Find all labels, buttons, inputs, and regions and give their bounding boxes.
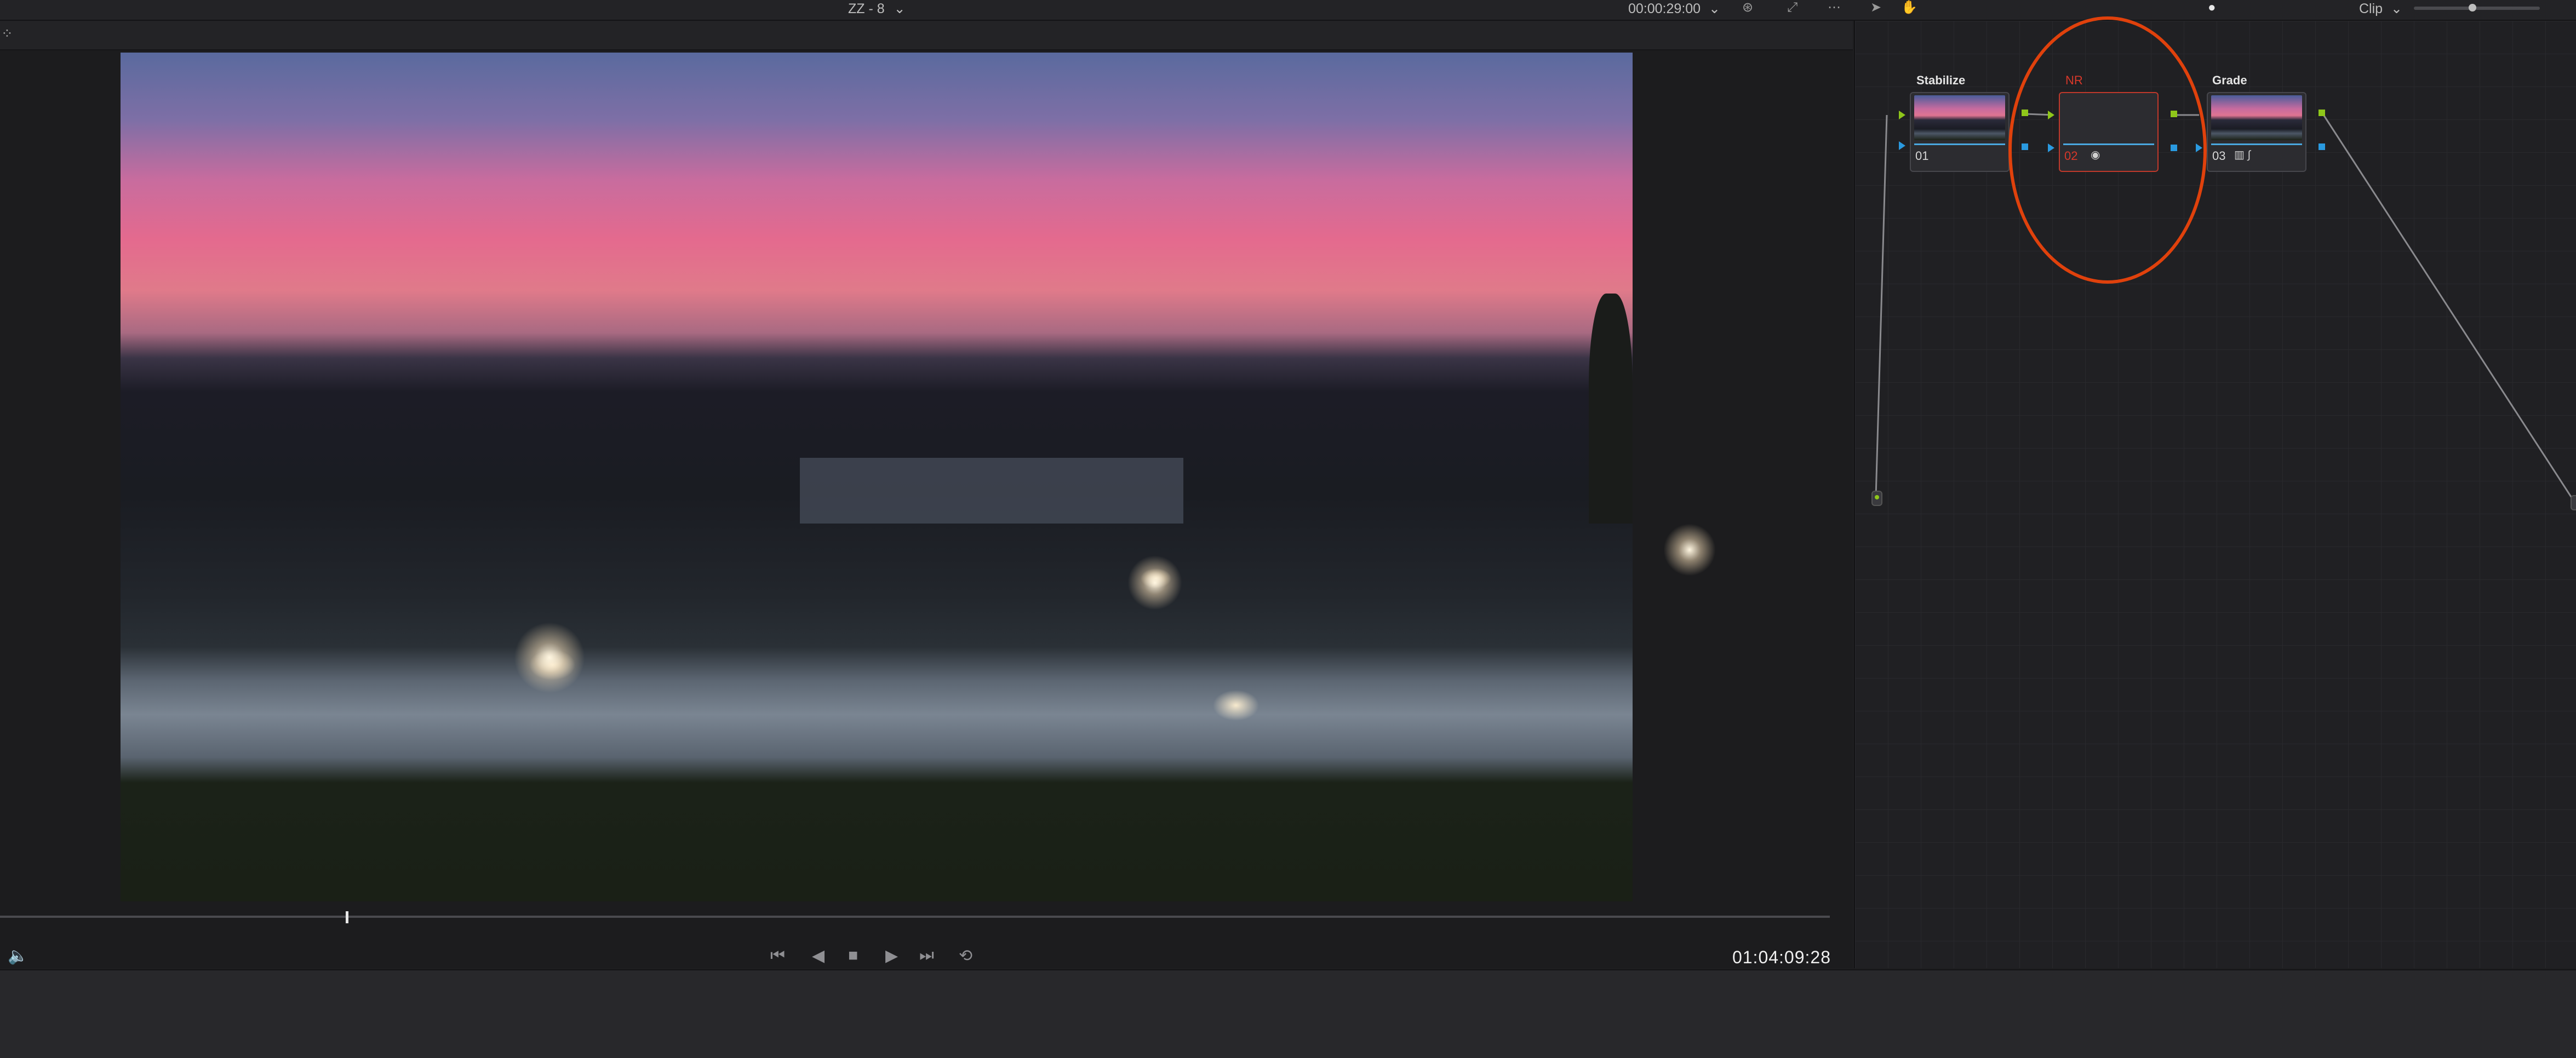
- node-editor[interactable]: Stabilize 01 NR 02 ◉ Grade 03 ▥ ∫: [1854, 21, 2576, 968]
- connection-line: [2322, 113, 2576, 503]
- view-dot-icon[interactable]: ●: [2208, 0, 2216, 16]
- more-options-icon[interactable]: ⋯: [1828, 0, 1841, 16]
- building-silhouette: [800, 458, 1183, 524]
- loop-icon[interactable]: ⟲: [959, 946, 972, 968]
- node-output-pin[interactable]: [2319, 110, 2325, 116]
- top-toolbar: ZZ - 8 ⌄ 00:00:29:00 ⌄ ⊛ ⤢ ⋯ ➤ ✋ ● Clip …: [0, 0, 2576, 21]
- clip-name: ZZ - 8: [848, 1, 885, 16]
- node-thumbnail: [1914, 95, 2005, 140]
- zoom-slider-handle[interactable]: [2469, 4, 2476, 12]
- node-key-input-pin[interactable]: [1899, 141, 1905, 150]
- output-node-dot[interactable]: [2571, 495, 2576, 510]
- bottom-panel: [0, 969, 2576, 1058]
- node-grade[interactable]: 03 ▥ ∫: [2207, 92, 2306, 172]
- node-label-stabilize: Stabilize: [1916, 73, 1966, 87]
- viewer-subtoolbar: ⁘: [0, 21, 1853, 50]
- input-node-dot[interactable]: [1871, 491, 1882, 506]
- skip-to-end-icon[interactable]: ⏭: [919, 946, 934, 968]
- node-mode-dropdown[interactable]: Clip ⌄: [2359, 1, 2402, 16]
- play-reverse-icon[interactable]: ◀: [812, 946, 825, 968]
- playhead[interactable]: [346, 911, 348, 923]
- skip-to-start-icon[interactable]: ⏮: [770, 946, 785, 968]
- input-node-pin: [1875, 495, 1879, 499]
- timeline-scrubber[interactable]: [0, 916, 1830, 918]
- node-input-pin[interactable]: [1899, 111, 1905, 119]
- curves-icon: ▥ ∫: [2234, 149, 2251, 161]
- connection-line: [1875, 114, 1888, 498]
- viewer-options-icon[interactable]: ⁘: [1, 25, 13, 42]
- zoom-slider[interactable]: [2414, 4, 2540, 12]
- node-bar: [1914, 143, 2005, 145]
- highlight-circle-annotation: [2008, 16, 2207, 284]
- node-bar: [2211, 143, 2302, 145]
- node-stabilize[interactable]: 01: [1910, 92, 2010, 172]
- fullscreen-icon[interactable]: ⤢: [1787, 0, 1798, 16]
- tree-silhouette: [1589, 294, 1633, 524]
- clip-name-dropdown[interactable]: ZZ - 8 ⌄: [848, 1, 906, 16]
- viewer-frame[interactable]: [121, 53, 1716, 901]
- chevron-down-icon: ⌄: [1709, 1, 1720, 16]
- node-label-grade: Grade: [2212, 73, 2247, 87]
- duration-timecode: 00:00:29:00: [1628, 1, 1701, 16]
- duration-timecode-dropdown[interactable]: 00:00:29:00 ⌄: [1628, 1, 1720, 16]
- hand-tool-icon[interactable]: ✋: [1901, 0, 1917, 16]
- street-lamp-glow: [514, 622, 585, 693]
- node-mode: Clip: [2359, 1, 2383, 16]
- street-lamp-glow: [1127, 555, 1182, 610]
- node-thumbnail: [2211, 95, 2302, 140]
- node-number: 01: [1915, 149, 1929, 163]
- play-icon[interactable]: ▶: [885, 946, 898, 968]
- current-timecode: 01:04:09:28: [1732, 947, 1831, 967]
- stop-icon[interactable]: ■: [848, 946, 858, 968]
- street-lamp-glow: [1663, 524, 1716, 576]
- chevron-down-icon: ⌄: [894, 1, 906, 16]
- pointer-tool-icon[interactable]: ➤: [1870, 0, 1881, 16]
- volume-icon[interactable]: 🔈: [8, 946, 28, 965]
- node-number: 03: [2212, 149, 2226, 163]
- viewer-panel: ⁘ 🔈 ⏮ ◀ ■ ▶ ⏭ ⟲ 01:04:09:28: [0, 21, 1853, 968]
- node-key-output-pin[interactable]: [2319, 143, 2325, 150]
- gang-icon[interactable]: ⊛: [1742, 0, 1753, 16]
- chevron-down-icon: ⌄: [2391, 1, 2402, 16]
